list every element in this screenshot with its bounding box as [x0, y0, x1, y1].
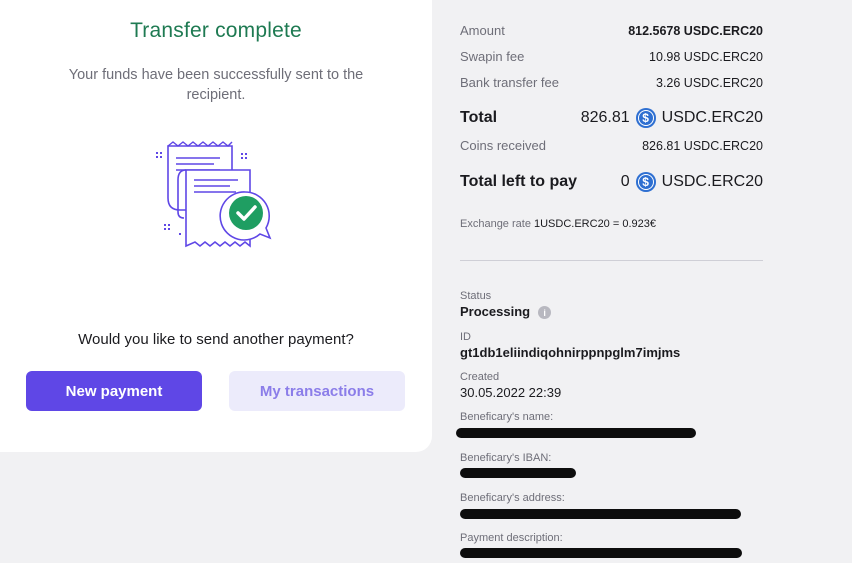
payment-description-label: Payment description:: [460, 532, 563, 544]
new-payment-button[interactable]: New payment: [26, 371, 202, 411]
total-label: Total: [460, 109, 498, 126]
left-to-pay-amount: 0: [620, 173, 630, 190]
transfer-complete-card: Transfer complete Your funds have been s…: [0, 0, 432, 452]
created-label: Created: [460, 371, 500, 383]
total-row: Total 826.81 $ USDC.ERC20: [460, 108, 763, 128]
total-currency: USDC.ERC20: [661, 109, 763, 126]
divider: [460, 260, 763, 261]
exchange-rate-value: 1USDC.ERC20 = 0.923€: [534, 218, 656, 230]
redacted-beneficiary-name: [456, 428, 696, 438]
beneficiary-address-label: Beneficary's address:: [460, 492, 565, 504]
receipt-check-icon: [156, 141, 272, 248]
beneficiary-iban-label: Beneficary's IBAN:: [460, 452, 552, 464]
left-to-pay-row: Total left to pay 0 $ USDC.ERC20: [460, 172, 763, 192]
status-value: Processing: [460, 304, 531, 319]
coins-received-value: 826.81 USDC.ERC20: [642, 138, 763, 153]
left-to-pay-label: Total left to pay: [460, 173, 578, 190]
total-amount: 826.81: [580, 109, 630, 126]
swapin-fee-value: 10.98 USDC.ERC20: [649, 49, 763, 64]
exchange-rate: Exchange rate 1USDC.ERC20 = 0.923€: [460, 218, 656, 230]
bank-fee-row: Bank transfer fee 3.26 USDC.ERC20: [460, 75, 763, 90]
id-label: ID: [460, 331, 471, 343]
status-value-wrap: Processing i: [460, 304, 552, 320]
status-label: Status: [460, 290, 492, 302]
bank-fee-label: Bank transfer fee: [460, 75, 559, 90]
coins-received-label: Coins received: [460, 138, 546, 153]
info-icon[interactable]: i: [538, 306, 552, 320]
total-value: 826.81 $ USDC.ERC20: [581, 108, 763, 128]
left-to-pay-currency: USDC.ERC20: [661, 173, 763, 190]
bank-fee-value: 3.26 USDC.ERC20: [656, 75, 763, 90]
swapin-fee-label: Swapin fee: [460, 49, 525, 64]
another-payment-question: Would you like to send another payment?: [78, 331, 354, 348]
redacted-beneficiary-address: [460, 509, 741, 519]
amount-row: Amount 812.5678 USDC.ERC20: [460, 23, 763, 38]
redacted-beneficiary-iban: [460, 468, 576, 478]
id-value: gt1db1eliindiqohnirppnpglm7imjms: [460, 345, 681, 360]
page-title: Transfer complete: [130, 19, 302, 42]
amount-label: Amount: [460, 23, 505, 38]
swapin-fee-row: Swapin fee 10.98 USDC.ERC20: [460, 49, 763, 64]
beneficiary-name-label: Beneficary's name:: [460, 411, 554, 423]
usdc-coin-icon: $: [635, 108, 656, 128]
success-message: Your funds have been successfully sent t…: [68, 67, 364, 103]
amount-value: 812.5678 USDC.ERC20: [628, 23, 763, 38]
left-to-pay-value: 0 $ USDC.ERC20: [621, 172, 763, 192]
created-value: 30.05.2022 22:39: [460, 385, 562, 400]
my-transactions-button[interactable]: My transactions: [229, 371, 405, 411]
coins-received-row: Coins received 826.81 USDC.ERC20: [460, 138, 763, 153]
usdc-coin-icon: $: [635, 172, 656, 192]
redacted-payment-description: [460, 548, 742, 558]
exchange-rate-label: Exchange rate: [460, 218, 531, 230]
